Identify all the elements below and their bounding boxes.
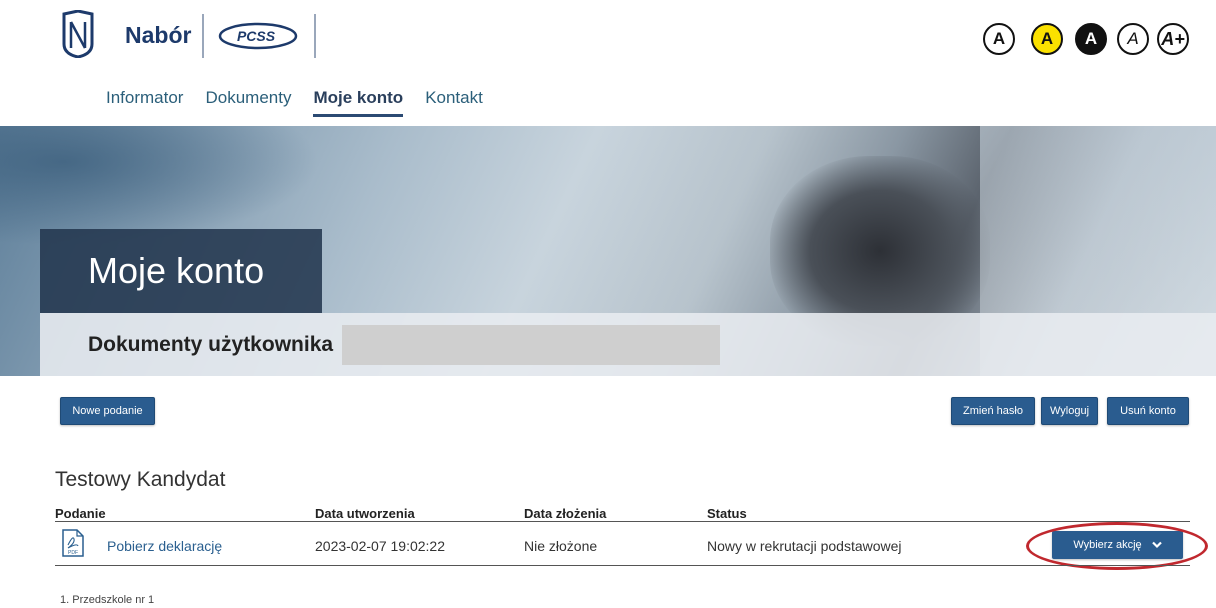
brand-name[interactable]: Nabór bbox=[125, 22, 191, 49]
font-larger-button[interactable]: A+ bbox=[1157, 23, 1189, 55]
main-nav: Informator Dokumenty Moje konto Kontakt bbox=[106, 88, 505, 117]
contrast-yellow-button[interactable]: A bbox=[1031, 23, 1063, 55]
font-normal-button[interactable]: A bbox=[1117, 23, 1149, 55]
svg-text:PDF: PDF bbox=[68, 550, 78, 556]
divider bbox=[202, 14, 204, 58]
change-password-button[interactable]: Zmień hasło bbox=[951, 397, 1035, 425]
page-subtitle: Dokumenty użytkownika bbox=[88, 333, 334, 356]
select-action-label: Wybierz akcję bbox=[1073, 539, 1142, 551]
submitted-date-cell: Nie złożone bbox=[524, 538, 598, 554]
divider bbox=[314, 14, 316, 58]
column-header-status: Status bbox=[707, 506, 747, 521]
redacted-username bbox=[342, 325, 720, 365]
candidate-name: Testowy Kandydat bbox=[55, 468, 226, 491]
delete-account-button[interactable]: Usuń konto bbox=[1107, 397, 1189, 425]
nav-moje-konto[interactable]: Moje konto bbox=[313, 88, 404, 117]
table-header-divider bbox=[55, 521, 1190, 522]
table-row-divider bbox=[55, 565, 1190, 566]
hero-background bbox=[0, 126, 320, 246]
page-title: Moje konto bbox=[88, 250, 265, 291]
page: Nabór PCSS A A A A A+ Informator Dokumen… bbox=[0, 0, 1216, 608]
footnote: 1. Przedszkole nr 1 bbox=[60, 594, 155, 606]
created-date-cell: 2023-02-07 19:02:22 bbox=[315, 538, 445, 554]
column-header-podanie: Podanie bbox=[55, 506, 106, 521]
nav-dokumenty[interactable]: Dokumenty bbox=[205, 88, 291, 117]
nav-kontakt[interactable]: Kontakt bbox=[425, 88, 483, 117]
new-application-button[interactable]: Nowe podanie bbox=[60, 397, 155, 425]
download-declaration-link[interactable]: Pobierz deklarację bbox=[107, 538, 222, 554]
contrast-default-button[interactable]: A bbox=[983, 23, 1015, 55]
contrast-dark-button[interactable]: A bbox=[1075, 23, 1107, 55]
status-cell: Nowy w rekrutacji podstawowej bbox=[707, 538, 902, 554]
column-header-data-utworzenia: Data utworzenia bbox=[315, 506, 415, 521]
pcss-logo-text: PCSS bbox=[237, 28, 276, 44]
nav-informator[interactable]: Informator bbox=[106, 88, 183, 117]
select-action-dropdown[interactable]: Wybierz akcję bbox=[1052, 531, 1183, 559]
column-header-data-zlozenia: Data złożenia bbox=[524, 506, 607, 521]
nabor-logo-icon[interactable] bbox=[58, 10, 98, 58]
pdf-icon[interactable]: PDF bbox=[62, 529, 84, 557]
pcss-logo-icon[interactable]: PCSS bbox=[218, 22, 300, 50]
logout-button[interactable]: Wyloguj bbox=[1041, 397, 1098, 425]
chevron-down-icon bbox=[1151, 541, 1162, 549]
